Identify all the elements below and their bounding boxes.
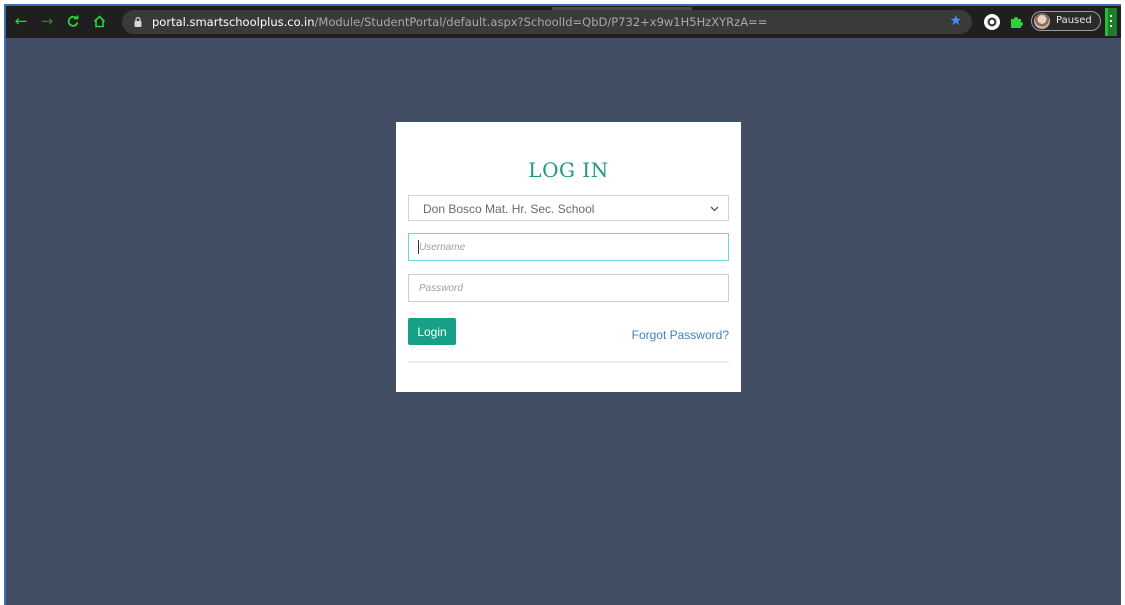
- url-path: /Module/StudentPortal/default.aspx?Schoo…: [314, 15, 768, 29]
- profile-button[interactable]: Paused: [1031, 11, 1101, 31]
- url-host: portal.smartschoolplus.co.in: [152, 15, 315, 29]
- forward-icon[interactable]: →: [36, 10, 58, 32]
- avatar: [1034, 13, 1050, 29]
- star-icon[interactable]: ★: [949, 13, 962, 29]
- divider: [408, 361, 729, 363]
- url-text[interactable]: portal.smartschoolplus.co.in/Module/Stud…: [152, 14, 767, 30]
- login-button[interactable]: Login: [408, 318, 456, 345]
- login-card: LOG IN Don Bosco Mat. Hr. Sec. School Lo…: [396, 122, 741, 392]
- back-icon[interactable]: ←: [10, 10, 32, 32]
- extension-icon[interactable]: [983, 13, 1001, 31]
- address-bar[interactable]: portal.smartschoolplus.co.in/Module/Stud…: [122, 7, 972, 34]
- menu-dots: [1110, 15, 1112, 17]
- school-select[interactable]: Don Bosco Mat. Hr. Sec. School: [408, 195, 729, 221]
- password-input[interactable]: [408, 274, 729, 302]
- profile-status: Paused: [1056, 15, 1092, 26]
- browser-toolbar: ← → portal.smartschoolplus.co.in/Module/…: [6, 6, 1121, 38]
- puzzle-icon[interactable]: [1008, 13, 1026, 31]
- chevron-down-icon: [710, 206, 719, 212]
- school-select-value: Don Bosco Mat. Hr. Sec. School: [423, 202, 595, 216]
- browser-window: ← → portal.smartschoolplus.co.in/Module/…: [4, 4, 1121, 605]
- lock-icon[interactable]: [134, 17, 142, 27]
- tab-edge: [552, 7, 692, 10]
- home-icon[interactable]: [88, 10, 110, 32]
- reload-icon[interactable]: [62, 10, 84, 32]
- forgot-password-link[interactable]: Forgot Password?: [632, 328, 729, 342]
- login-title: LOG IN: [528, 158, 609, 182]
- menu-icon[interactable]: [1105, 8, 1117, 36]
- username-input[interactable]: [408, 233, 729, 261]
- text-caret: [418, 240, 419, 254]
